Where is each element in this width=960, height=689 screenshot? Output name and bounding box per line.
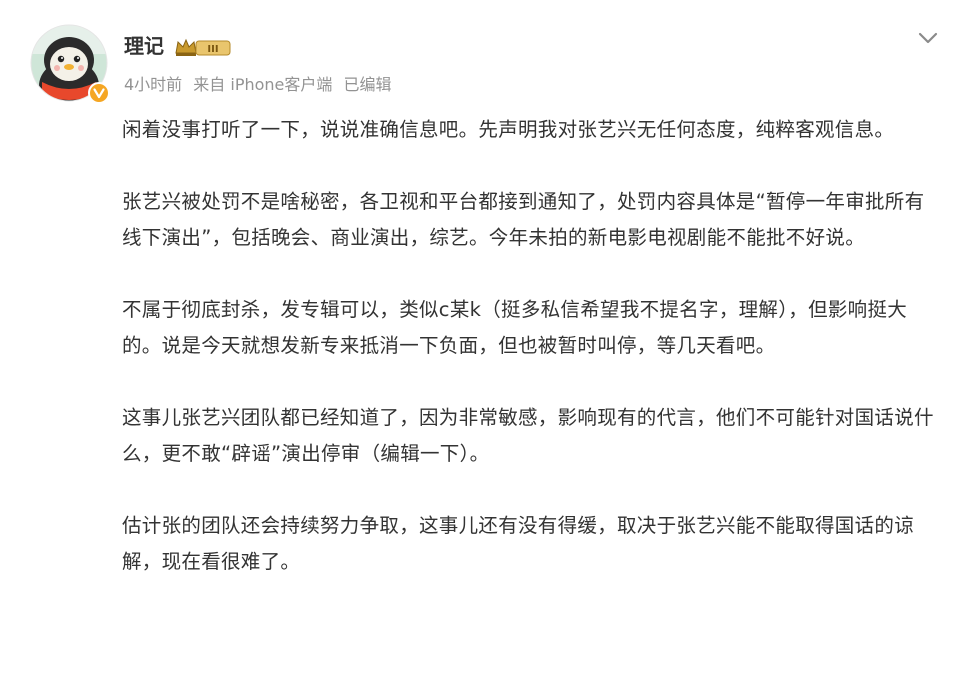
post-paragraph-2: 张艺兴被处罚不是啥秘密，各卫视和平台都接到通知了，处罚内容具体是“暂停一年审批所… [122,190,925,249]
level-badge-text: III [207,44,218,55]
chevron-down-icon[interactable] [914,26,942,50]
post-paragraph-5: 估计张的团队还会持续努力争取，这事儿还有没有得缓，取决于张艺兴能不能取得国话的谅… [122,514,915,573]
crown-level-icon[interactable]: III [174,36,234,58]
post-content: 闲着没事打听了一下，说说准确信息吧。先声明我对张艺兴无任何态度，纯粹客观信息。 … [122,112,942,616]
post-paragraph-4: 这事儿张艺兴团队都已经知道了，因为非常敏感，影响现有的代言，他们不可能针对国话说… [122,406,934,465]
post-edited[interactable]: 已编辑 [343,75,391,94]
post-time[interactable]: 4小时前 [124,75,182,94]
post-meta: 4小时前 来自 iPhone客户端 已编辑 [124,74,392,96]
username[interactable]: 理记 [124,32,164,60]
post-paragraph-1: 闲着没事打听了一下，说说准确信息吧。先声明我对张艺兴无任何态度，纯粹客观信息。 [122,118,895,141]
post-source: 来自 iPhone客户端 [193,75,333,94]
weibo-post: 理记 III 4小时前 来自 iPhone客户端 已编辑 闲着没事打听了一下，说… [0,0,960,689]
vip-v-icon [88,82,110,104]
post-paragraph-3: 不属于彻底封杀，发专辑可以，类似c某k（挺多私信希望我不提名字，理解），但影响挺… [122,298,908,357]
